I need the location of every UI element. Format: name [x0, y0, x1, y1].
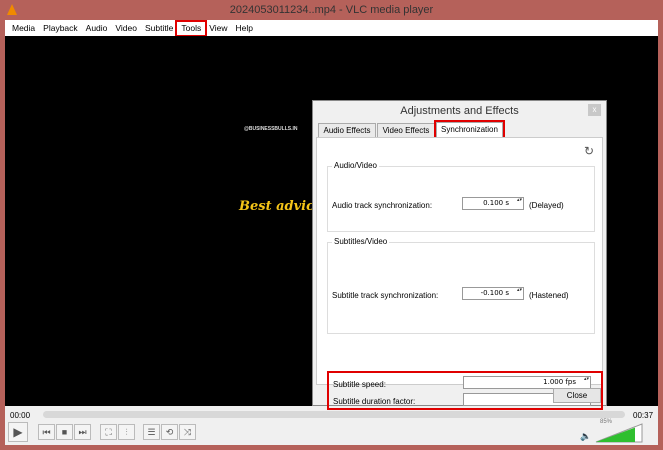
- sub-sync-label: Subtitle track synchronization:: [332, 291, 439, 300]
- shuffle-button[interactable]: ⤨: [179, 424, 196, 440]
- video-caption: Best advice: [239, 199, 323, 214]
- menu-playback[interactable]: Playback: [39, 22, 82, 35]
- adjustments-dialog: Adjustments and Effects x Audio Effects …: [312, 100, 607, 410]
- tab-audio-effects[interactable]: Audio Effects: [318, 123, 376, 137]
- menu-tools[interactable]: Tools: [175, 19, 208, 37]
- seek-bar[interactable]: [43, 411, 625, 418]
- next-button[interactable]: ⏭: [74, 424, 91, 440]
- stop-button[interactable]: ■: [56, 424, 73, 440]
- sync-panel: ↻ Audio/Video Audio track synchronizatio…: [316, 137, 603, 410]
- loop-button[interactable]: ⟲: [161, 424, 178, 440]
- fullscreen-button[interactable]: ⛶: [100, 424, 117, 440]
- controls-bar: 00:00 00:37 ▶ ⏮ ■ ⏭ ⛶ ⫶ ☰ ⟲ ⤨ 🔈 85%: [5, 406, 658, 445]
- window-title: 2024053011234..mp4 - VLC media player: [229, 4, 434, 16]
- elapsed-time: 00:00: [10, 411, 31, 420]
- close-button[interactable]: Close: [553, 388, 601, 403]
- menu-view[interactable]: View: [205, 22, 231, 35]
- menu-media[interactable]: Media: [8, 22, 39, 35]
- menu-bar: Media Playback Audio Video Subtitle Tool…: [5, 19, 658, 37]
- audio-sync-label: Audio track synchronization:: [332, 201, 433, 210]
- menu-help[interactable]: Help: [231, 22, 256, 35]
- playlist-button[interactable]: ☰: [143, 424, 160, 440]
- subtitles-video-label: Subtitles/Video: [332, 237, 390, 246]
- extended-settings-button[interactable]: ⫶: [118, 424, 135, 440]
- sub-sync-note: (Hastened): [529, 291, 569, 300]
- sub-duration-label: Subtitle duration factor:: [333, 397, 416, 406]
- video-watermark: @BUSINESSBULLS.IN: [244, 126, 298, 132]
- speaker-icon[interactable]: 🔈: [580, 431, 591, 442]
- sub-speed-label: Subtitle speed:: [333, 380, 386, 389]
- vlc-cone-icon: [7, 4, 17, 15]
- dialog-close-icon[interactable]: x: [588, 104, 601, 116]
- audio-video-label: Audio/Video: [332, 161, 379, 170]
- audio-video-group: Audio/Video Audio track synchronization:…: [327, 161, 595, 232]
- dialog-title: Adjustments and Effects: [400, 105, 519, 117]
- tab-synchronization[interactable]: Synchronization: [434, 120, 505, 139]
- menu-audio[interactable]: Audio: [82, 22, 112, 35]
- audio-sync-spinbox[interactable]: 0.100 s: [462, 197, 524, 210]
- volume-slider[interactable]: [594, 423, 644, 443]
- play-button[interactable]: ▶: [8, 422, 28, 442]
- subtitles-video-group: Subtitles/Video Subtitle track synchroni…: [327, 237, 595, 334]
- menu-subtitle[interactable]: Subtitle: [141, 22, 177, 35]
- menu-video[interactable]: Video: [111, 22, 141, 35]
- audio-sync-note: (Delayed): [529, 201, 564, 210]
- sub-sync-spinbox[interactable]: -0.100 s: [462, 287, 524, 300]
- reset-icon[interactable]: ↻: [584, 144, 594, 158]
- total-time: 00:37: [633, 411, 654, 420]
- previous-button[interactable]: ⏮: [38, 424, 55, 440]
- tab-video-effects[interactable]: Video Effects: [377, 123, 435, 137]
